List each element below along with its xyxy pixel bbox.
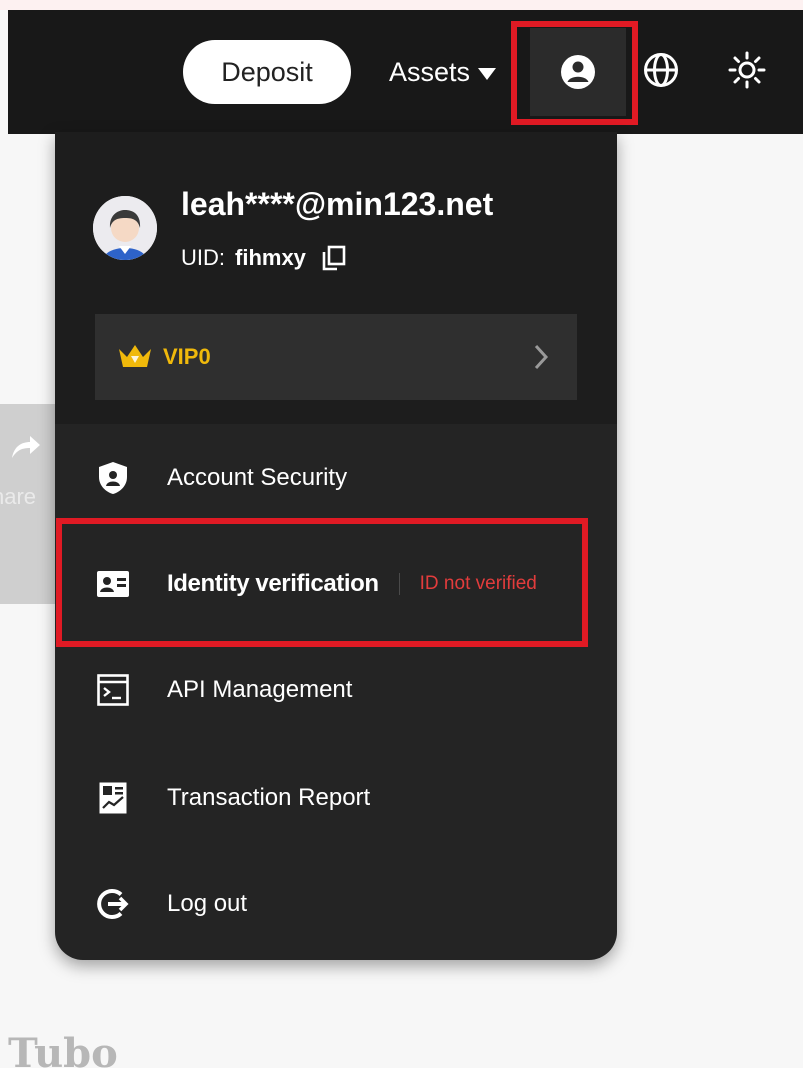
identity-verification-highlight [56, 518, 588, 647]
uid-row: UID: fihmxy [181, 244, 348, 272]
menu-item-transaction-report[interactable]: Transaction Report [55, 756, 617, 840]
caret-down-icon [478, 68, 497, 80]
share-icon[interactable] [8, 430, 42, 464]
menu-item-label: Log out [167, 890, 248, 917]
user-button-highlight [511, 21, 638, 125]
menu-item-label: Account Security [167, 464, 348, 491]
menu-item-api-management[interactable]: API Management [55, 648, 617, 732]
globe-icon [644, 53, 678, 87]
shield-icon [95, 460, 131, 496]
profile-header: leah****@min123.net UID: fihmxy VIP0 [55, 132, 617, 424]
chevron-right-icon [534, 344, 549, 370]
deposit-button[interactable]: Deposit [183, 40, 351, 104]
vip-label: VIP0 [163, 344, 211, 369]
copy-icon[interactable] [320, 244, 348, 272]
menu-item-log-out[interactable]: Log out [55, 862, 617, 946]
menu-item-label: API Management [167, 676, 353, 703]
crown-icon [119, 345, 151, 367]
menu-item-account-security[interactable]: Account Security [55, 436, 617, 520]
background-brand-text: Tubo [8, 1034, 118, 1068]
avatar [93, 196, 157, 260]
theme-toggle-button[interactable] [725, 48, 769, 92]
uid-value: fihmxy [235, 245, 306, 270]
uid-label: UID: [181, 245, 225, 270]
language-button[interactable] [639, 48, 683, 92]
menu-item-label: Transaction Report [167, 784, 371, 811]
sun-icon [728, 51, 766, 89]
assets-menu[interactable]: Assets [389, 52, 497, 92]
logout-icon [95, 886, 131, 922]
top-strip [0, 0, 803, 10]
user-email: leah****@min123.net [181, 186, 494, 222]
vip-level-row[interactable]: VIP0 [95, 314, 577, 400]
share-label: hare [0, 484, 37, 509]
avatar-image [93, 196, 157, 260]
report-icon [95, 780, 131, 816]
terminal-icon [95, 672, 131, 708]
assets-label: Assets [389, 56, 471, 87]
